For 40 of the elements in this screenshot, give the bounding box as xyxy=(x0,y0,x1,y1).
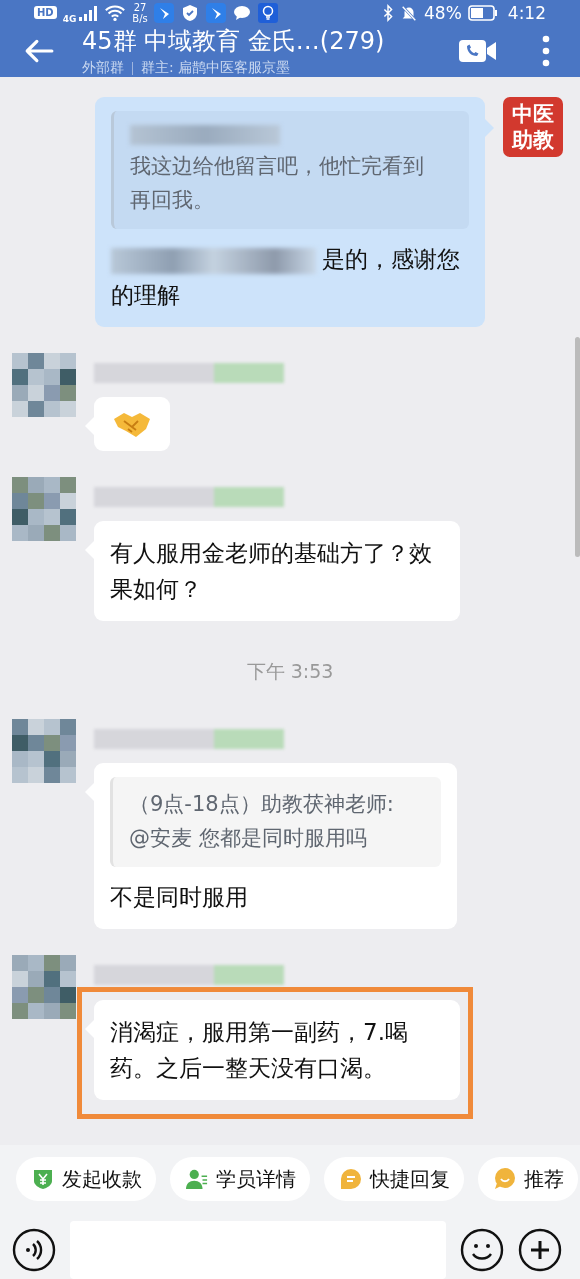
bluetooth-icon xyxy=(382,3,394,22)
person-icon xyxy=(186,1168,208,1190)
back-icon[interactable] xyxy=(24,38,54,64)
speed-unit: B/s xyxy=(132,12,148,24)
video-call-icon[interactable] xyxy=(458,37,498,65)
shortcut-chip[interactable]: 发起收款 xyxy=(16,1157,156,1201)
app-icon xyxy=(205,2,226,23)
shortcut-chip[interactable]: 快捷回复 xyxy=(324,1157,464,1201)
bulb-icon xyxy=(257,2,278,23)
voice-icon[interactable] xyxy=(12,1228,56,1272)
speed-value: 27 xyxy=(133,1,147,13)
battery-level: 48% xyxy=(424,2,462,23)
battery-icon xyxy=(467,4,498,21)
message-text: 有人服用金老师的基础方了？效果如何？ xyxy=(110,539,433,604)
quoted-author: （9点-18点）助教茯神老师: xyxy=(129,791,395,818)
chat-title: 45群 中域教育 金氏…(279) xyxy=(82,26,386,57)
add-icon[interactable] xyxy=(518,1228,562,1272)
clock: 4:12 xyxy=(507,2,546,23)
hd-badge: HD xyxy=(34,6,57,19)
message-text: 是的，感谢您的理解 xyxy=(111,245,461,310)
avatar-badge[interactable]: 中医助教 xyxy=(503,97,563,157)
wifi-icon xyxy=(104,3,127,22)
message-text: 不是同时服用 xyxy=(110,883,249,912)
group-owner: 群主: 扁鹊中医客服京墨 xyxy=(141,59,291,77)
emoji-icon[interactable] xyxy=(460,1228,504,1272)
message-text: 消渴症，服用第一副药，7.喝药。之后一整天没有口渴。 xyxy=(110,1018,409,1083)
message-time: 下午 3:53 xyxy=(246,659,334,684)
network-label: 4G xyxy=(62,14,77,24)
group-type: 外部群 xyxy=(82,59,124,77)
quoted-text: @安麦 您都是同时服用吗 xyxy=(129,825,368,852)
quick-reply-icon xyxy=(340,1168,362,1190)
shortcut-chip[interactable]: 学员详情 xyxy=(170,1157,310,1201)
muted-bell-icon xyxy=(400,3,418,22)
app-icon xyxy=(153,2,174,23)
signal-icon xyxy=(78,3,99,22)
shortcut-chip[interactable]: 推荐 xyxy=(478,1157,578,1201)
yen-shield-icon xyxy=(32,1168,54,1190)
quoted-text: 我这边给他留言吧，他忙完看到再回我。 xyxy=(130,153,425,214)
more-icon[interactable] xyxy=(542,35,550,67)
smile-bubble-icon xyxy=(494,1168,516,1190)
